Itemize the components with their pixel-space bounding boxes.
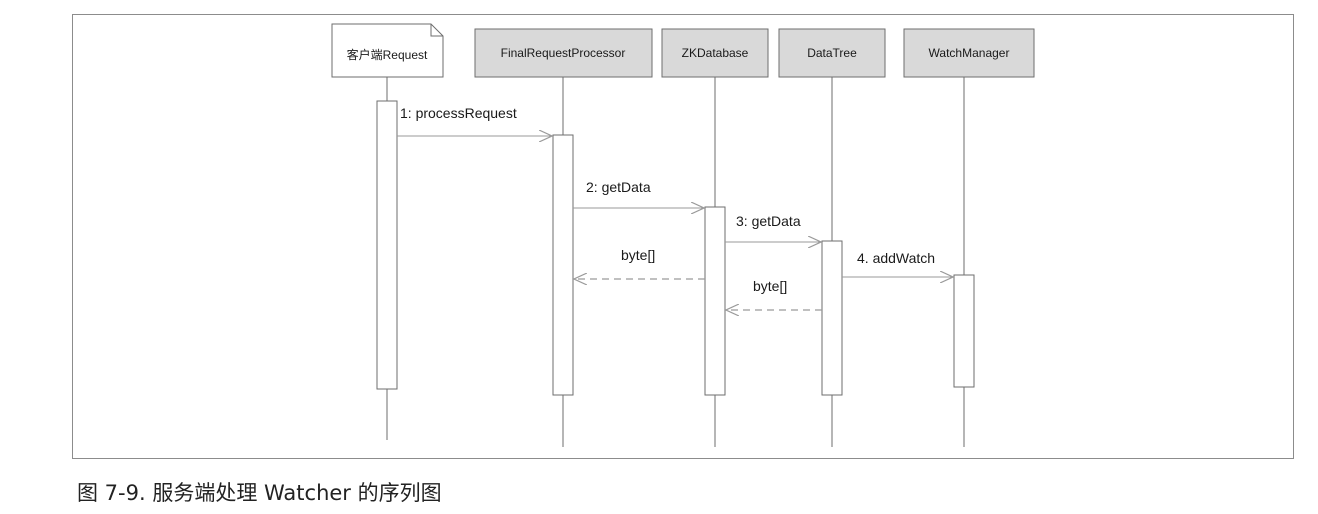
participant-zk-database: ZKDatabase xyxy=(661,28,769,78)
message-label-get-data-2: 3: getData xyxy=(736,213,801,229)
participant-label-data-tree: DataTree xyxy=(807,46,857,60)
message-label-process-request: 1: processRequest xyxy=(400,105,517,121)
return-byte-array-1: byte[] xyxy=(574,247,705,279)
message-add-watch: 4. addWatch xyxy=(842,250,953,277)
activation-zk-database xyxy=(704,206,726,396)
activation-data-tree xyxy=(821,240,843,396)
participant-client: 客户端Request xyxy=(331,23,444,78)
participant-label-watch-manager: WatchManager xyxy=(929,46,1010,60)
sequence-diagram: 客户端Request FinalRequestProcessor ZKDatab… xyxy=(331,23,1035,447)
message-get-data-2: 3: getData xyxy=(725,213,821,242)
message-label-get-data-1: 2: getData xyxy=(586,179,651,195)
participant-label-final-request-processor: FinalRequestProcessor xyxy=(501,46,626,60)
figure-caption: 图 7-9. 服务端处理 Watcher 的序列图 xyxy=(77,481,442,505)
diagram-frame: 客户端Request FinalRequestProcessor ZKDatab… xyxy=(72,14,1294,459)
activation-client xyxy=(376,100,398,390)
participant-label-zk-database: ZKDatabase xyxy=(682,46,749,60)
participant-watch-manager: WatchManager xyxy=(903,28,1035,78)
participant-data-tree: DataTree xyxy=(778,28,886,78)
return-label-byte-array-2: byte[] xyxy=(753,278,787,294)
participant-label-client: 客户端Request xyxy=(347,47,428,62)
activation-final-request-processor xyxy=(552,134,574,396)
activation-watch-manager xyxy=(953,274,975,388)
message-process-request: 1: processRequest xyxy=(397,105,552,136)
message-label-add-watch: 4. addWatch xyxy=(857,250,935,266)
return-label-byte-array-1: byte[] xyxy=(621,247,655,263)
participant-final-request-processor: FinalRequestProcessor xyxy=(474,28,653,78)
return-byte-array-2: byte[] xyxy=(726,278,822,310)
activation-bars xyxy=(376,100,975,396)
message-get-data-1: 2: getData xyxy=(573,179,704,208)
